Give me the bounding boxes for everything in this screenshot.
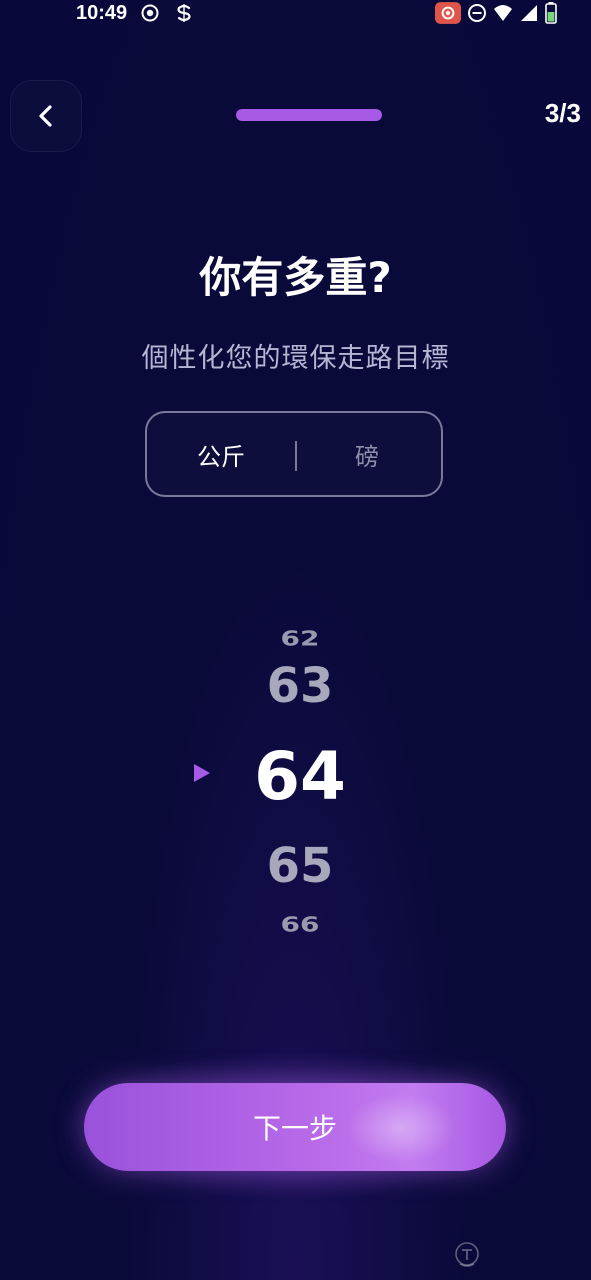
page-title: 你有多重?	[199, 253, 392, 302]
next-button-shine	[346, 1093, 456, 1163]
picker-item[interactable]: 65	[150, 838, 450, 894]
dnd-icon	[468, 4, 486, 22]
screen: 10:49 3/3 你有多重? 個性化您的環保走路目標 公斤 磅 62 63 6…	[0, 0, 591, 1280]
unit-option-kg[interactable]: 公斤	[147, 413, 295, 495]
status-bar: 10:49	[0, 0, 591, 30]
watermark-logo-icon	[455, 1242, 479, 1267]
status-right-icons	[435, 2, 557, 24]
next-button-label: 下一步	[252, 1112, 337, 1145]
weight-picker[interactable]: 62 63 64 65 66	[150, 600, 450, 960]
picker-item-selected[interactable]: 64	[150, 738, 450, 815]
status-left-icons	[140, 3, 194, 23]
picker-item[interactable]: 63	[150, 658, 450, 714]
picker-item[interactable]: 62	[150, 627, 450, 651]
progress-bar	[236, 109, 382, 121]
back-button[interactable]	[10, 80, 82, 152]
next-button[interactable]: 下一步	[84, 1083, 506, 1171]
screen-record-icon	[435, 2, 461, 24]
step-counter: 3/3	[544, 98, 581, 128]
battery-icon	[545, 2, 557, 24]
record-icon	[141, 4, 159, 22]
signal-icon	[521, 5, 537, 21]
picker-item[interactable]: 66	[150, 913, 450, 937]
chevron-left-icon	[39, 105, 52, 127]
status-time: 10:49	[76, 2, 128, 24]
unit-toggle: 公斤 磅	[145, 411, 443, 497]
wifi-icon	[494, 5, 512, 21]
s-icon	[177, 4, 191, 22]
unit-option-lb[interactable]: 磅	[293, 413, 441, 495]
page-subtitle: 個性化您的環保走路目標	[141, 343, 450, 374]
